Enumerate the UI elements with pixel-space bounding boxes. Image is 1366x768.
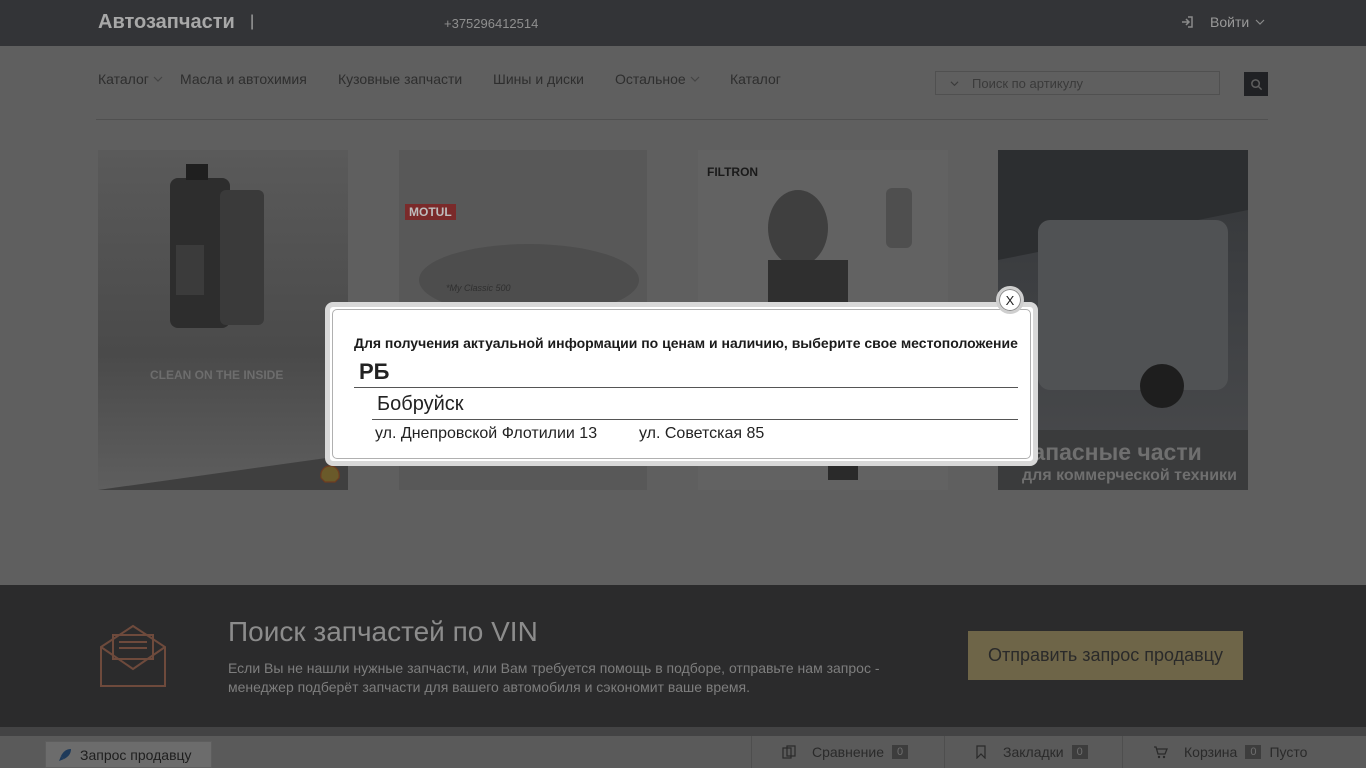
nav-item-label: Масла и автохимия bbox=[180, 71, 307, 87]
banner-text: CLEAN ON THE INSIDE bbox=[150, 368, 284, 382]
nav-item-label: Остальное bbox=[615, 71, 686, 87]
compare-button[interactable]: Сравнение 0 bbox=[751, 736, 941, 768]
rocket-icon bbox=[59, 748, 71, 761]
nav-item-catalog[interactable]: Каталог bbox=[98, 71, 163, 87]
close-button[interactable]: X bbox=[996, 286, 1024, 314]
cart-count-badge: 0 bbox=[1245, 745, 1262, 759]
chevron-down-icon bbox=[690, 76, 700, 82]
banner-text: Запасные части bbox=[1018, 439, 1202, 465]
compare-label: Сравнение bbox=[812, 744, 884, 760]
divider bbox=[354, 387, 1018, 388]
bookmarks-button[interactable]: Закладки 0 bbox=[944, 736, 1120, 768]
search-button[interactable] bbox=[1244, 72, 1268, 96]
country-heading: РБ bbox=[359, 359, 390, 384]
nav-item-label: Шины и диски bbox=[493, 71, 584, 87]
brand-separator: | bbox=[250, 13, 255, 30]
seller-request-button[interactable]: Запрос продавцу bbox=[45, 741, 212, 768]
modal-title: Для получения актуальной информации по ц… bbox=[354, 335, 1018, 351]
nav-item-label: Каталог bbox=[98, 71, 149, 87]
bookmarks-label: Закладки bbox=[1003, 744, 1064, 760]
search-icon bbox=[1250, 78, 1262, 90]
send-request-button[interactable]: Отправить запрос продавцу bbox=[968, 631, 1243, 680]
cart-label: Корзина bbox=[1184, 744, 1238, 760]
vin-description: Если Вы не нашли нужные запчасти, или Ва… bbox=[228, 660, 880, 695]
divider bbox=[0, 727, 1366, 736]
chevron-down-icon bbox=[153, 76, 163, 82]
nav-item-other[interactable]: Остальное bbox=[615, 71, 700, 87]
login-menu[interactable]: Войти bbox=[1180, 14, 1265, 30]
search-field bbox=[935, 71, 1220, 95]
city-heading[interactable]: Бобруйск bbox=[377, 393, 464, 416]
phone-number[interactable]: +375296412514 bbox=[444, 16, 538, 31]
search-input[interactable] bbox=[972, 75, 1202, 91]
vin-title: Поиск запчастей по VIN bbox=[228, 616, 538, 647]
location-modal: Для получения актуальной информации по ц… bbox=[325, 302, 1038, 466]
brand-logo[interactable]: Автозапчасти bbox=[98, 11, 235, 34]
nav-item-label: Каталог bbox=[730, 71, 781, 87]
banner-text: для коммерческой техники bbox=[1022, 467, 1237, 484]
envelope-icon bbox=[100, 624, 166, 687]
search-category-dropdown[interactable] bbox=[936, 79, 972, 88]
sign-in-icon bbox=[1182, 16, 1193, 28]
motul-logo: MOTUL bbox=[405, 204, 456, 220]
banner-shell[interactable]: CLEAN ON THE INSIDE bbox=[98, 150, 348, 490]
top-bar: Автозапчасти | +375296412514 Войти bbox=[0, 0, 1366, 46]
bookmark-icon bbox=[976, 745, 986, 759]
nav-item-oils[interactable]: Масла и автохимия bbox=[180, 71, 307, 87]
address-option[interactable]: ул. Днепровской Флотилии 13 bbox=[375, 425, 597, 443]
bottom-bar: Запрос продавцу Сравнение 0 Закладки 0 К… bbox=[0, 736, 1366, 768]
divider bbox=[372, 419, 1018, 420]
shell-logo-icon bbox=[320, 465, 340, 483]
oil-bottle-image bbox=[98, 164, 348, 490]
address-option[interactable]: ул. Советская 85 bbox=[639, 425, 764, 443]
bookmarks-count-badge: 0 bbox=[1071, 745, 1088, 759]
nav-item-catalog-2[interactable]: Каталог bbox=[730, 71, 781, 87]
chevron-down-icon bbox=[1255, 19, 1265, 25]
nav-item-body-parts[interactable]: Кузовные запчасти bbox=[338, 71, 462, 87]
chevron-down-icon bbox=[950, 80, 958, 86]
login-label: Войти bbox=[1210, 14, 1250, 30]
compare-icon bbox=[782, 745, 796, 759]
cart-icon bbox=[1154, 746, 1168, 759]
vin-search-section: Поиск запчастей по VIN Если Вы не нашли … bbox=[0, 585, 1366, 727]
filtron-logo: FILTRON bbox=[707, 165, 759, 179]
cart-status: Пусто bbox=[1269, 744, 1308, 760]
nav-item-tires[interactable]: Шины и диски bbox=[493, 71, 584, 87]
nav-item-label: Кузовные запчасти bbox=[338, 71, 463, 87]
compare-count-badge: 0 bbox=[891, 745, 909, 759]
seller-request-label: Запрос продавцу bbox=[80, 746, 192, 763]
cart-button[interactable]: Корзина 0 Пусто bbox=[1122, 736, 1366, 768]
banner-text: *My Classic 500 bbox=[446, 283, 511, 293]
